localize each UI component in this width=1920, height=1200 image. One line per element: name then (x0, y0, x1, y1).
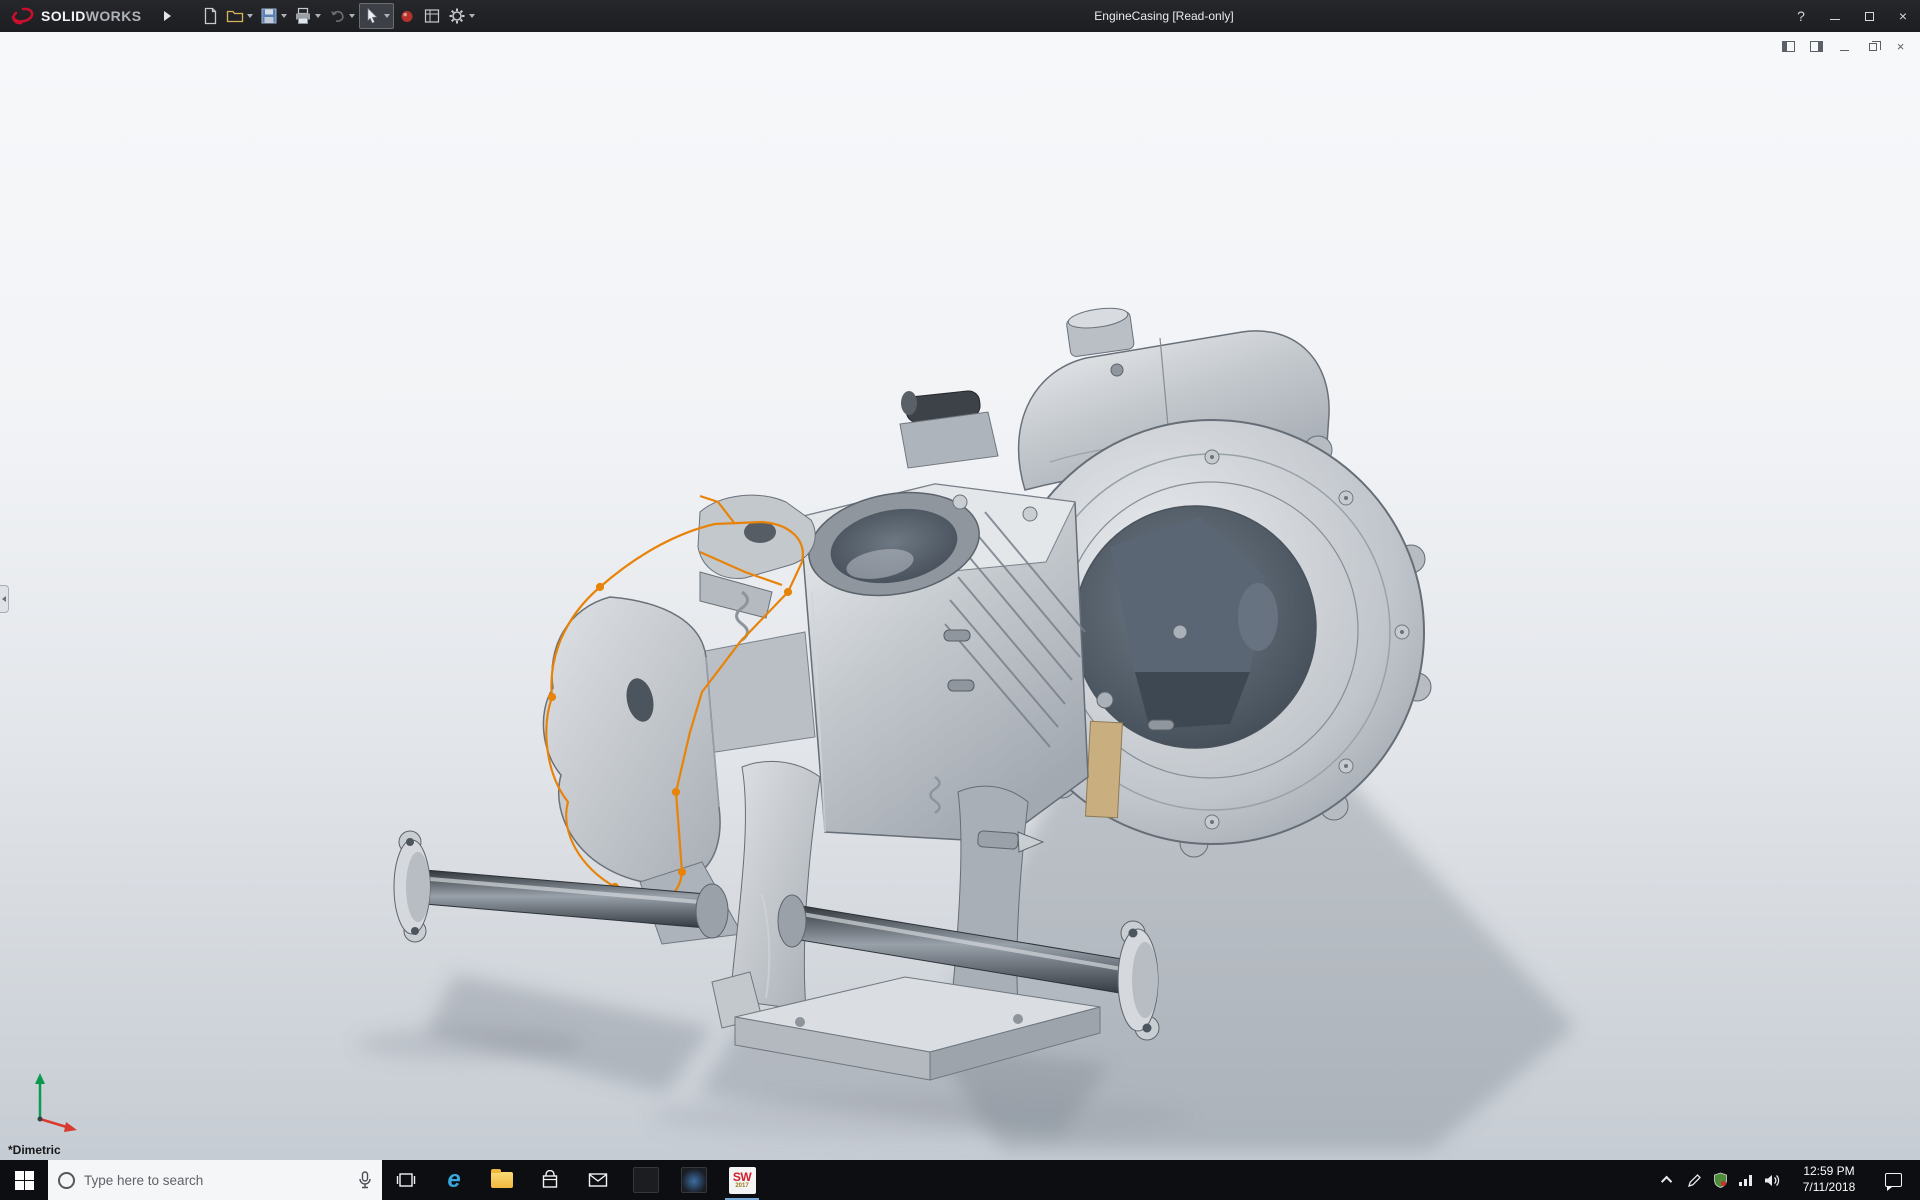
options-gear-icon (449, 8, 465, 24)
filler-boss (1066, 307, 1135, 357)
save-button[interactable] (257, 3, 290, 29)
taskbar-search[interactable] (48, 1160, 382, 1200)
view-sheet-icon (424, 9, 440, 23)
system-tray: 12:59 PM 7/11/2018 (1655, 1160, 1920, 1200)
tray-network-button[interactable] (1733, 1160, 1759, 1200)
new-document-button[interactable] (198, 3, 222, 29)
doc-pane-right-button[interactable] (1809, 40, 1824, 53)
appearance-button[interactable] (395, 3, 419, 29)
solidworks-logo: SOLIDWORKS (0, 7, 150, 25)
maximize-icon (1864, 11, 1874, 21)
clock-time: 12:59 PM (1803, 1164, 1855, 1179)
cortana-icon (58, 1171, 75, 1189)
doc-minimize-icon (1840, 50, 1849, 51)
app-file-explorer[interactable] (478, 1160, 526, 1200)
tray-defender-button[interactable] (1707, 1160, 1733, 1200)
solidworks-app-icon: SW 2017 (728, 1166, 756, 1194)
taskbar: e SW 2017 (0, 1160, 1920, 1200)
open-button[interactable] (223, 3, 256, 29)
doc-close-button[interactable]: × (1893, 39, 1908, 54)
view-orientation-label: *Dimetric (8, 1143, 61, 1157)
shield-icon (1713, 1172, 1727, 1188)
engine-model-canvas[interactable] (0, 32, 1920, 1160)
appearance-sphere-icon (401, 11, 413, 22)
document-title: EngineCasing [Read-only] (1094, 9, 1234, 23)
hidden-icons-button[interactable] (1655, 1160, 1681, 1200)
save-icon (261, 8, 277, 24)
print-button[interactable] (291, 3, 324, 29)
store-icon (542, 1170, 558, 1188)
task-view-icon (396, 1173, 416, 1187)
caret-up-icon (1660, 1175, 1673, 1188)
help-button[interactable]: ? (1784, 0, 1818, 32)
tray-pen-button[interactable] (1681, 1160, 1707, 1200)
undo-button[interactable] (325, 3, 358, 29)
carb-bracket (697, 494, 816, 642)
app-solidworks[interactable]: SW 2017 (718, 1160, 766, 1200)
doc-restore-icon (1868, 40, 1881, 51)
file-explorer-icon (491, 1169, 513, 1188)
app-edge[interactable]: e (430, 1160, 478, 1200)
doc-minimize-button[interactable] (1837, 40, 1852, 53)
internal-spacer (1084, 720, 1123, 819)
select-arrow-icon (367, 7, 378, 24)
dropdown-arrow-icon[interactable] (349, 14, 355, 18)
doc-pane-left-button[interactable] (1781, 40, 1796, 53)
edge-icon: e (447, 1166, 461, 1193)
dropdown-arrow-icon[interactable] (247, 14, 253, 18)
dropdown-arrow-icon[interactable] (315, 14, 321, 18)
toolbar-flyout-button[interactable] (158, 5, 176, 27)
tray-volume-button[interactable] (1759, 1160, 1785, 1200)
options-button[interactable] (445, 3, 478, 29)
dropdown-arrow-icon[interactable] (384, 14, 390, 18)
document-window-controls: × (1781, 39, 1908, 54)
doc-restore-button[interactable] (1865, 40, 1881, 53)
clock-date: 7/11/2018 (1802, 1180, 1856, 1194)
task-view-button[interactable] (382, 1160, 430, 1200)
app-store[interactable] (526, 1160, 574, 1200)
quick-toolbar (198, 3, 478, 29)
view-sheet-button[interactable] (420, 3, 444, 29)
action-center-button[interactable] (1873, 1173, 1913, 1191)
undo-icon (331, 10, 344, 22)
dark-app-icon (633, 1167, 659, 1193)
pane-left-icon (1782, 41, 1795, 52)
brand-text: SOLIDWORKS (41, 8, 142, 24)
start-button[interactable] (0, 1160, 48, 1200)
dropdown-arrow-icon[interactable] (281, 14, 287, 18)
app-photos[interactable] (670, 1160, 718, 1200)
network-icon (1739, 1175, 1752, 1186)
app-mail[interactable] (574, 1160, 622, 1200)
volume-icon (1764, 1174, 1779, 1186)
photos-app-icon (681, 1167, 707, 1193)
new-document-icon (204, 7, 217, 25)
minimize-icon (1830, 18, 1840, 20)
print-icon (296, 7, 310, 24)
panel-collapse-tab[interactable] (0, 585, 9, 613)
titlebar: SOLIDWORKS EngineCasing [Read-only] ? × (0, 0, 1920, 32)
windows-logo-icon (14, 1170, 34, 1190)
pen-icon (1687, 1173, 1701, 1187)
app-dark-tile[interactable] (622, 1160, 670, 1200)
maximize-button[interactable] (1852, 0, 1886, 32)
ds-logo-icon (11, 7, 34, 25)
flyout-arrow-icon (163, 11, 171, 21)
window-controls: ? × (1784, 0, 1920, 32)
pane-right-icon (1810, 41, 1823, 52)
microphone-icon[interactable] (358, 1171, 372, 1189)
cylinder-block (799, 483, 1089, 843)
close-button[interactable]: × (1886, 0, 1920, 32)
dropdown-arrow-icon[interactable] (469, 14, 475, 18)
minimize-button[interactable] (1818, 0, 1852, 32)
open-folder-icon (226, 10, 244, 23)
action-center-icon (1884, 1173, 1902, 1191)
select-tool-button[interactable] (359, 3, 394, 29)
mail-icon (588, 1173, 608, 1187)
search-input[interactable] (84, 1172, 349, 1188)
coordinate-triad (35, 1073, 77, 1132)
taskbar-clock[interactable]: 12:59 PM 7/11/2018 (1785, 1164, 1873, 1195)
graphics-viewport[interactable]: × *Dimetric (0, 32, 1920, 1160)
